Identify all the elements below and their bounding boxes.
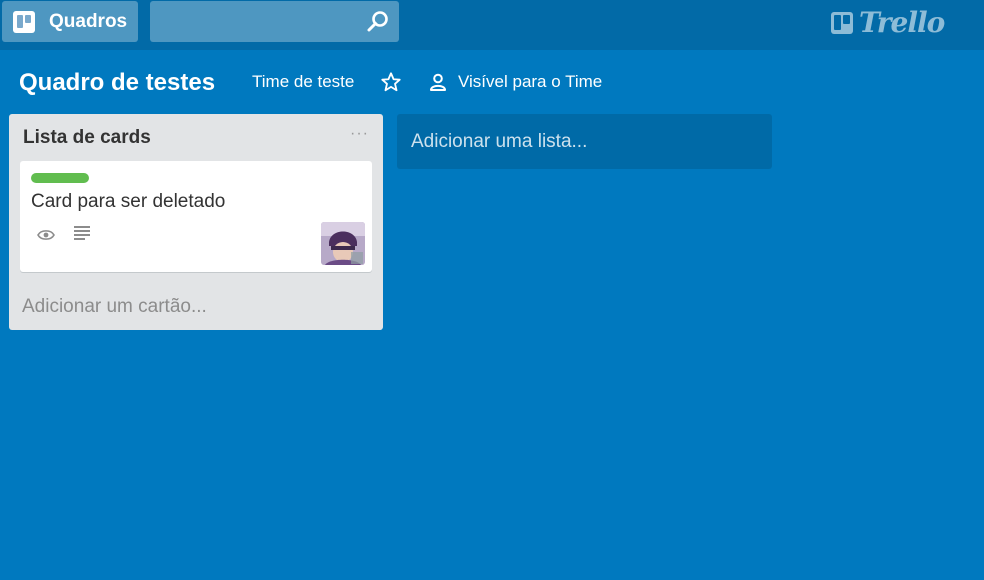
top-header: Quadros Trello bbox=[0, 0, 984, 50]
boards-icon bbox=[13, 10, 35, 33]
boards-button[interactable]: Quadros bbox=[2, 1, 138, 42]
search-icon[interactable] bbox=[366, 10, 390, 34]
card[interactable]: Card para ser deletado bbox=[20, 161, 372, 272]
member-avatar[interactable] bbox=[321, 222, 365, 265]
search-box[interactable] bbox=[150, 1, 399, 42]
board-team-link[interactable]: Time de teste bbox=[252, 71, 354, 93]
add-list-label: Adicionar uma lista... bbox=[411, 131, 588, 152]
boards-button-label: Quadros bbox=[49, 10, 128, 32]
eye-icon bbox=[37, 230, 55, 240]
star-icon[interactable] bbox=[380, 71, 402, 93]
card-title: Card para ser deletado bbox=[31, 191, 226, 212]
add-list-button[interactable]: Adicionar uma lista... bbox=[397, 114, 772, 169]
description-icon bbox=[74, 226, 90, 240]
list-menu-button[interactable]: ··· bbox=[350, 124, 369, 144]
trello-logo[interactable]: Trello bbox=[830, 6, 945, 39]
visibility-label: Visível para o Time bbox=[458, 72, 603, 91]
list: Lista de cards ··· Card para ser deletad… bbox=[9, 114, 383, 330]
search-input[interactable] bbox=[150, 1, 360, 42]
visibility-button[interactable]: Visível para o Time bbox=[428, 71, 602, 93]
trello-logo-icon bbox=[831, 11, 853, 34]
card-label-green bbox=[31, 173, 89, 183]
list-title[interactable]: Lista de cards bbox=[23, 126, 151, 150]
member-avatar-image bbox=[321, 222, 365, 265]
board-title[interactable]: Quadro de testes bbox=[19, 66, 215, 100]
add-card-link[interactable]: Adicionar um cartão... bbox=[22, 295, 207, 319]
trello-logo-text: Trello bbox=[859, 6, 945, 39]
team-icon bbox=[430, 73, 446, 91]
